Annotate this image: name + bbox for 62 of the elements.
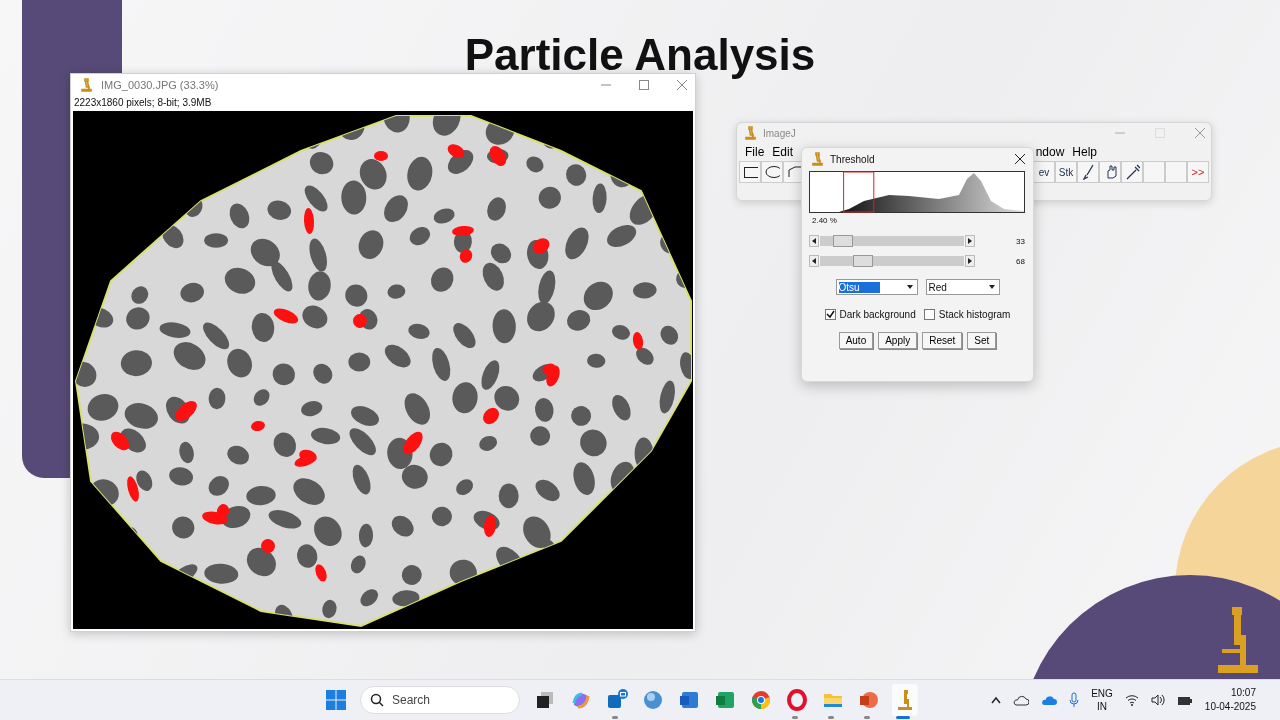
clock-date[interactable]: 10-04-2025 [1204,700,1256,714]
clock-time[interactable]: 10:07 [1230,686,1256,700]
left-arrow-icon[interactable] [812,258,816,264]
microscope-icon [79,78,93,92]
mail-app-icon[interactable] [606,689,628,711]
chevron-up-icon[interactable] [991,696,1002,704]
tool-button[interactable]: Stk [1055,161,1077,183]
microscope-icon [810,152,824,166]
maximize-icon[interactable] [639,80,649,90]
checkbox[interactable] [923,309,935,320]
document-app-icon[interactable] [678,689,700,711]
spreadsheet-app-icon[interactable] [714,689,736,711]
tool-button[interactable]: >> [1187,161,1209,183]
search-field[interactable]: Search [360,686,520,714]
slider-thumb[interactable] [833,235,853,247]
checkbox[interactable] [824,309,836,320]
right-arrow-icon[interactable] [968,258,972,264]
menu-item[interactable]: ndow [1035,145,1065,159]
tool-button[interactable]: ev [1033,161,1055,183]
percent-label: 2.40 % [812,216,837,225]
microscope-icon [743,126,757,140]
slide-title: Particle Analysis [464,30,816,80]
language-label[interactable]: ENG [1091,687,1113,700]
globe-app-icon[interactable] [642,689,664,711]
battery-icon[interactable] [1176,694,1193,706]
dialog-button[interactable]: Auto [838,332,874,349]
slider-value: 68 [1016,256,1025,266]
running-indicator [792,716,798,719]
cloud-icon[interactable] [1013,694,1030,706]
browser-icon[interactable] [750,689,772,711]
dialog-title: Threshold [830,153,875,165]
running-indicator [828,716,834,719]
menu-item[interactable]: Edit [772,145,794,159]
running-indicator [612,716,618,719]
running-indicator [896,716,910,719]
task-view-icon[interactable] [534,689,556,711]
search-icon [370,693,384,707]
start-icon[interactable] [326,690,346,710]
left-arrow-icon[interactable] [812,238,816,244]
slider-value: 33 [1016,236,1025,246]
running-indicator [864,716,870,719]
window-title: IMG_0030.JPG (33.3%) [101,79,219,91]
close-icon[interactable] [1015,154,1025,164]
display-dropdown[interactable]: Red [925,279,1000,295]
dialog-button[interactable]: Apply [878,332,918,349]
method-dropdown[interactable]: Otsu [835,279,918,295]
menu-item[interactable]: File [745,145,765,159]
microphone-icon[interactable] [1069,692,1080,708]
speaker-icon[interactable] [1150,694,1165,706]
right-arrow-icon[interactable] [968,238,972,244]
slider-thumb[interactable] [853,255,874,267]
checkbox-label: Dark background [839,309,916,320]
region-label[interactable]: IN [1097,700,1107,713]
image-info: 2223x1860 pixels; 8-bit; 3.9MB [74,97,212,108]
menu-item[interactable]: Help [1072,145,1097,159]
slides-app-icon[interactable] [858,689,880,711]
dialog-button[interactable]: Set [967,332,997,349]
dialog-button[interactable]: Reset [922,332,963,349]
ring-app-icon[interactable] [786,689,808,711]
wifi-icon[interactable] [1124,694,1139,706]
checkbox-label: Stack histogram [938,309,1011,320]
window-title: ImageJ [763,127,796,139]
